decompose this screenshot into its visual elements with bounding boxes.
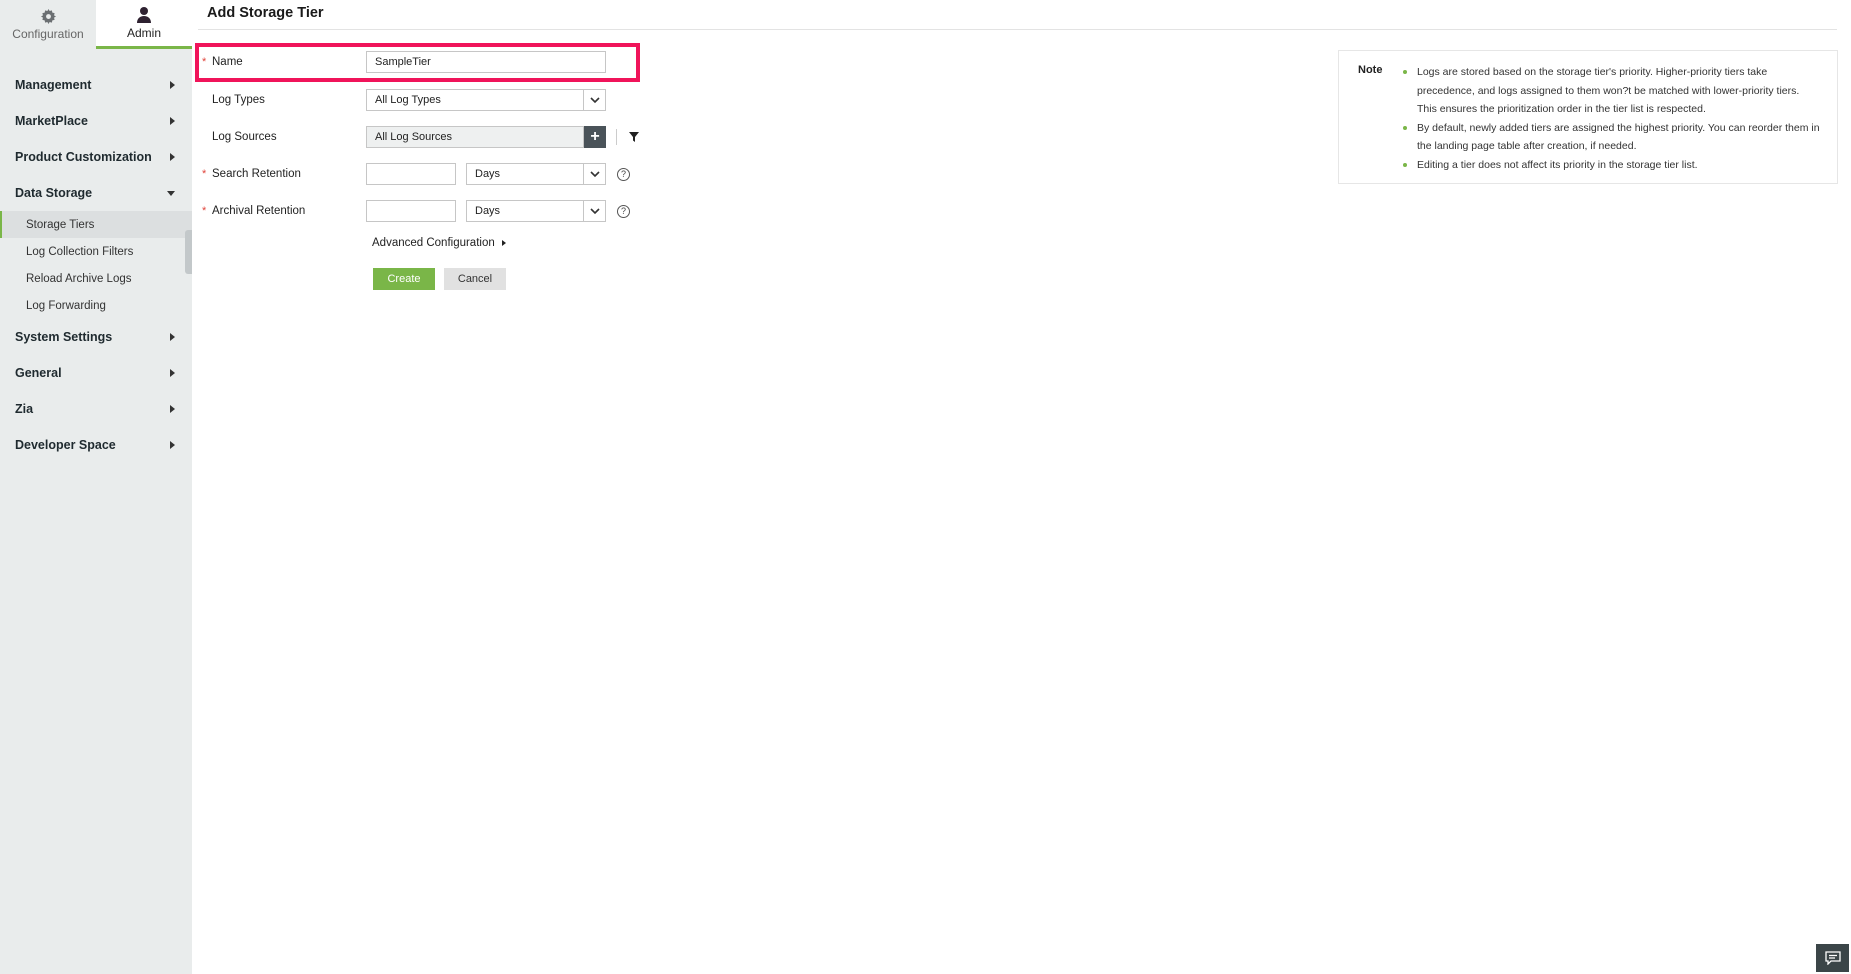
sidebar-subitem-label: Log Collection Filters (26, 245, 134, 258)
archival-retention-input[interactable] (366, 200, 456, 222)
sidebar-item-label: Product Customization (15, 150, 152, 164)
sidebar-item-label: System Settings (15, 330, 113, 344)
top-nav: Configuration Admin (0, 0, 192, 49)
sidebar-subitem-log-forwarding[interactable]: Log Forwarding (0, 292, 192, 319)
search-retention-row: * Search Retention Days ? (202, 162, 630, 186)
search-retention-unit-value: Days (475, 168, 501, 180)
sidebar-item-zia[interactable]: Zia (0, 391, 192, 427)
log-sources-field[interactable]: All Log Sources (366, 126, 584, 148)
chevron-down-icon (583, 201, 605, 221)
chevron-right-icon (170, 333, 175, 341)
help-icon[interactable]: ? (617, 167, 630, 181)
archival-retention-row: * Archival Retention Days ? (202, 199, 630, 223)
create-button[interactable]: Create (373, 268, 435, 290)
advanced-configuration-label: Advanced Configuration (372, 237, 495, 249)
note-item: By default, newly added tiers are assign… (1401, 119, 1821, 156)
sidebar-subitem-reload-archive-logs[interactable]: Reload Archive Logs (0, 265, 192, 292)
sidebar-item-label: Data Storage (15, 186, 93, 200)
sidebar-menu: Management MarketPlace Product Customiza… (0, 49, 192, 463)
chevron-right-icon (170, 81, 175, 89)
sidebar-item-system-settings[interactable]: System Settings (0, 319, 192, 355)
note-panel: Note Logs are stored based on the storag… (1338, 50, 1838, 184)
sidebar-collapse-handle[interactable] (185, 230, 192, 274)
chevron-right-icon (170, 441, 175, 449)
sidebar-item-label: MarketPlace (15, 114, 88, 128)
highlight-box (195, 43, 640, 82)
required-mark: * (202, 168, 207, 180)
sidebar-subitem-label: Storage Tiers (26, 218, 95, 231)
title-divider (198, 29, 1837, 30)
chevron-down-icon (583, 164, 605, 184)
chat-button[interactable] (1816, 944, 1849, 972)
tab-configuration[interactable]: Configuration (0, 0, 96, 49)
sidebar-subitem-storage-tiers[interactable]: Storage Tiers (0, 211, 192, 238)
chevron-right-icon (170, 117, 175, 125)
chevron-right-icon (170, 153, 175, 161)
log-sources-value: All Log Sources (375, 131, 453, 143)
archival-retention-unit-select[interactable]: Days (466, 200, 606, 222)
chevron-right-icon (501, 240, 506, 246)
sidebar-item-developer-space[interactable]: Developer Space (0, 427, 192, 463)
log-types-value: All Log Types (375, 94, 441, 106)
sidebar-item-label: Developer Space (15, 438, 116, 452)
chevron-right-icon (170, 369, 175, 377)
note-title: Note (1358, 64, 1383, 76)
separator (616, 129, 617, 145)
filter-icon[interactable] (629, 132, 639, 142)
sidebar-item-general[interactable]: General (0, 355, 192, 391)
page-title: Add Storage Tier (207, 5, 324, 21)
log-sources-label-wrap: Log Sources (202, 131, 366, 143)
archival-retention-unit-value: Days (475, 205, 501, 217)
search-retention-unit-select[interactable]: Days (466, 163, 606, 185)
note-item: Logs are stored based on the storage tie… (1401, 63, 1821, 119)
gear-icon (40, 8, 56, 24)
user-icon (137, 7, 151, 23)
tab-admin[interactable]: Admin (96, 0, 192, 49)
log-sources-label: Log Sources (212, 131, 277, 143)
sidebar-subitem-label: Reload Archive Logs (26, 272, 132, 285)
search-retention-label: Search Retention (212, 168, 301, 180)
sidebar-item-label: Management (15, 78, 92, 92)
tab-configuration-label: Configuration (12, 26, 84, 41)
sidebar-item-label: Zia (15, 402, 34, 416)
note-item: Editing a tier does not affect its prior… (1401, 156, 1821, 175)
sidebar-subitem-label: Log Forwarding (26, 299, 106, 312)
search-retention-label-wrap: * Search Retention (202, 168, 366, 180)
sidebar: Configuration Admin Management MarketPla… (0, 0, 192, 974)
log-types-row: Log Types All Log Types (202, 88, 606, 112)
note-list: Logs are stored based on the storage tie… (1401, 63, 1821, 174)
sidebar-item-management[interactable]: Management (0, 67, 192, 103)
archival-retention-label-wrap: * Archival Retention (202, 205, 366, 217)
add-log-source-button[interactable]: + (584, 126, 606, 148)
archival-retention-label: Archival Retention (212, 205, 306, 217)
sidebar-item-data-storage[interactable]: Data Storage (0, 175, 192, 211)
main-content: Add Storage Tier * Name Log Types All Lo… (192, 0, 1851, 974)
cancel-button[interactable]: Cancel (444, 268, 506, 290)
chat-icon (1824, 951, 1841, 965)
chevron-right-icon (170, 405, 175, 413)
sidebar-item-product-customization[interactable]: Product Customization (0, 139, 192, 175)
required-mark: * (202, 205, 207, 217)
log-types-label: Log Types (212, 94, 265, 106)
sidebar-subitem-log-collection-filters[interactable]: Log Collection Filters (0, 238, 192, 265)
tab-admin-label: Admin (126, 26, 161, 40)
log-types-label-wrap: Log Types (202, 94, 366, 106)
sidebar-item-marketplace[interactable]: MarketPlace (0, 103, 192, 139)
log-sources-row: Log Sources All Log Sources + (202, 125, 639, 149)
sidebar-item-label: General (15, 366, 62, 380)
log-types-select[interactable]: All Log Types (366, 89, 606, 111)
chevron-down-icon (583, 90, 605, 110)
help-icon[interactable]: ? (617, 204, 630, 218)
advanced-configuration-toggle[interactable]: Advanced Configuration (372, 237, 506, 249)
chevron-down-icon (167, 190, 175, 196)
search-retention-input[interactable] (366, 163, 456, 185)
